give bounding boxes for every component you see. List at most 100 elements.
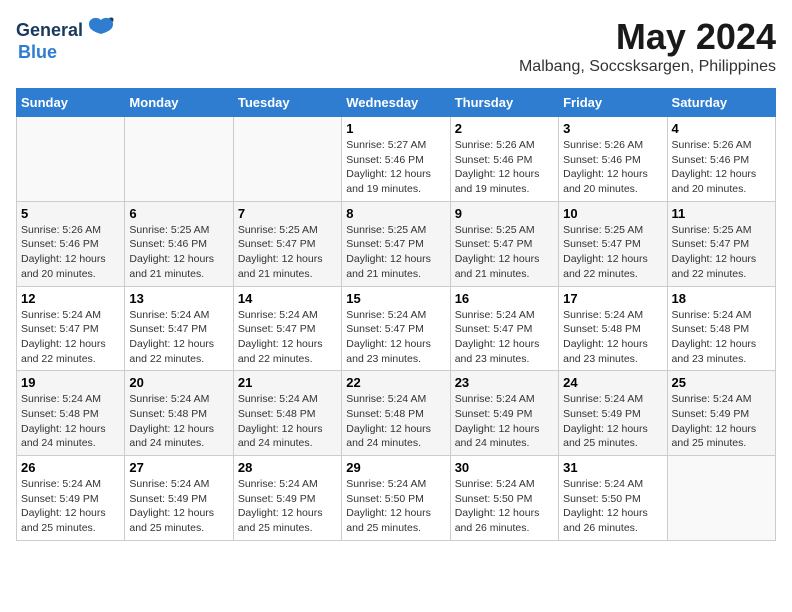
calendar-cell: [233, 117, 341, 202]
day-info: Sunrise: 5:24 AMSunset: 5:47 PMDaylight:…: [238, 308, 337, 367]
day-number: 23: [455, 375, 554, 390]
day-info: Sunrise: 5:26 AMSunset: 5:46 PMDaylight:…: [455, 138, 554, 197]
day-info: Sunrise: 5:26 AMSunset: 5:46 PMDaylight:…: [563, 138, 662, 197]
day-number: 18: [672, 291, 771, 306]
day-number: 16: [455, 291, 554, 306]
day-number: 22: [346, 375, 445, 390]
day-number: 6: [129, 206, 228, 221]
day-number: 7: [238, 206, 337, 221]
calendar-cell: 18 Sunrise: 5:24 AMSunset: 5:48 PMDayligh…: [667, 286, 775, 371]
weekday-header-monday: Monday: [125, 89, 233, 117]
calendar-cell: 26 Sunrise: 5:24 AMSunset: 5:49 PMDayligh…: [17, 456, 125, 541]
day-number: 5: [21, 206, 120, 221]
day-info: Sunrise: 5:24 AMSunset: 5:49 PMDaylight:…: [21, 477, 120, 536]
day-number: 17: [563, 291, 662, 306]
calendar-cell: 25 Sunrise: 5:24 AMSunset: 5:49 PMDayligh…: [667, 371, 775, 456]
day-info: Sunrise: 5:24 AMSunset: 5:48 PMDaylight:…: [129, 392, 228, 451]
weekday-header-wednesday: Wednesday: [342, 89, 450, 117]
calendar-cell: 2 Sunrise: 5:26 AMSunset: 5:46 PMDaylight…: [450, 117, 558, 202]
day-number: 8: [346, 206, 445, 221]
calendar-cell: 20 Sunrise: 5:24 AMSunset: 5:48 PMDayligh…: [125, 371, 233, 456]
weekday-header-friday: Friday: [559, 89, 667, 117]
calendar-cell: 17 Sunrise: 5:24 AMSunset: 5:48 PMDayligh…: [559, 286, 667, 371]
calendar-cell: 15Sunrise: 5:24 AMSunset: 5:47 PMDayligh…: [342, 286, 450, 371]
day-info: Sunrise: 5:24 AMSunset: 5:49 PMDaylight:…: [455, 392, 554, 451]
day-number: 30: [455, 460, 554, 475]
day-info: Sunrise: 5:25 AMSunset: 5:47 PMDaylight:…: [672, 223, 771, 282]
day-number: 26: [21, 460, 120, 475]
calendar-cell: 5 Sunrise: 5:26 AMSunset: 5:46 PMDaylight…: [17, 201, 125, 286]
calendar-cell: 8 Sunrise: 5:25 AMSunset: 5:47 PMDaylight…: [342, 201, 450, 286]
weekday-header-tuesday: Tuesday: [233, 89, 341, 117]
day-info: Sunrise: 5:25 AMSunset: 5:47 PMDaylight:…: [346, 223, 445, 282]
calendar-cell: 11 Sunrise: 5:25 AMSunset: 5:47 PMDayligh…: [667, 201, 775, 286]
day-info: Sunrise: 5:24 AMSunset: 5:47 PMDaylight:…: [129, 308, 228, 367]
day-info: Sunrise: 5:26 AMSunset: 5:46 PMDaylight:…: [21, 223, 120, 282]
day-number: 1: [346, 121, 445, 136]
weekday-header-saturday: Saturday: [667, 89, 775, 117]
day-info: Sunrise: 5:25 AMSunset: 5:47 PMDaylight:…: [455, 223, 554, 282]
day-number: 29: [346, 460, 445, 475]
calendar-cell: [667, 456, 775, 541]
day-number: 27: [129, 460, 228, 475]
day-number: 3: [563, 121, 662, 136]
day-info: Sunrise: 5:24 AMSunset: 5:47 PMDaylight:…: [21, 308, 120, 367]
weekday-header-thursday: Thursday: [450, 89, 558, 117]
day-number: 11: [672, 206, 771, 221]
title-section: May 2024 Malbang, Soccsksargen, Philippi…: [519, 16, 776, 76]
day-info: Sunrise: 5:24 AMSunset: 5:48 PMDaylight:…: [563, 308, 662, 367]
calendar-cell: 23 Sunrise: 5:24 AMSunset: 5:49 PMDayligh…: [450, 371, 558, 456]
day-number: 14: [238, 291, 337, 306]
day-info: Sunrise: 5:24 AMSunset: 5:49 PMDaylight:…: [238, 477, 337, 536]
calendar-cell: 13 Sunrise: 5:24 AMSunset: 5:47 PMDayligh…: [125, 286, 233, 371]
day-info: Sunrise: 5:24 AMSunset: 5:48 PMDaylight:…: [672, 308, 771, 367]
day-info: Sunrise: 5:24 AMSunset: 5:48 PMDaylight:…: [346, 392, 445, 451]
calendar-cell: 24Sunrise: 5:24 AMSunset: 5:49 PMDayligh…: [559, 371, 667, 456]
day-number: 31: [563, 460, 662, 475]
day-info: Sunrise: 5:27 AMSunset: 5:46 PMDaylight:…: [346, 138, 445, 197]
calendar-cell: 31 Sunrise: 5:24 AMSunset: 5:50 PMDayligh…: [559, 456, 667, 541]
day-number: 21: [238, 375, 337, 390]
calendar-cell: [125, 117, 233, 202]
day-number: 19: [21, 375, 120, 390]
day-number: 28: [238, 460, 337, 475]
calendar-cell: 12 Sunrise: 5:24 AMSunset: 5:47 PMDayligh…: [17, 286, 125, 371]
day-number: 20: [129, 375, 228, 390]
calendar-cell: 6Sunrise: 5:25 AMSunset: 5:46 PMDaylight…: [125, 201, 233, 286]
day-info: Sunrise: 5:24 AMSunset: 5:48 PMDaylight:…: [21, 392, 120, 451]
logo-bird-icon: [85, 16, 115, 44]
day-number: 13: [129, 291, 228, 306]
calendar-cell: 7 Sunrise: 5:25 AMSunset: 5:47 PMDaylight…: [233, 201, 341, 286]
day-info: Sunrise: 5:26 AMSunset: 5:46 PMDaylight:…: [672, 138, 771, 197]
weekday-header-sunday: Sunday: [17, 89, 125, 117]
day-number: 4: [672, 121, 771, 136]
calendar-cell: 29Sunrise: 5:24 AMSunset: 5:50 PMDayligh…: [342, 456, 450, 541]
day-info: Sunrise: 5:24 AMSunset: 5:49 PMDaylight:…: [672, 392, 771, 451]
day-number: 9: [455, 206, 554, 221]
day-info: Sunrise: 5:24 AMSunset: 5:49 PMDaylight:…: [129, 477, 228, 536]
month-year-title: May 2024: [519, 16, 776, 58]
day-info: Sunrise: 5:24 AMSunset: 5:47 PMDaylight:…: [346, 308, 445, 367]
day-info: Sunrise: 5:25 AMSunset: 5:47 PMDaylight:…: [563, 223, 662, 282]
day-number: 10: [563, 206, 662, 221]
calendar-cell: 22 Sunrise: 5:24 AMSunset: 5:48 PMDayligh…: [342, 371, 450, 456]
calendar-cell: 14 Sunrise: 5:24 AMSunset: 5:47 PMDayligh…: [233, 286, 341, 371]
day-info: Sunrise: 5:24 AMSunset: 5:48 PMDaylight:…: [238, 392, 337, 451]
logo-general-text: General: [16, 20, 83, 41]
day-info: Sunrise: 5:25 AMSunset: 5:47 PMDaylight:…: [238, 223, 337, 282]
calendar-cell: [17, 117, 125, 202]
day-number: 24: [563, 375, 662, 390]
calendar-cell: 16Sunrise: 5:24 AMSunset: 5:47 PMDayligh…: [450, 286, 558, 371]
day-number: 12: [21, 291, 120, 306]
page-header: General Blue May 2024 Malbang, Soccsksar…: [16, 16, 776, 76]
day-number: 2: [455, 121, 554, 136]
day-info: Sunrise: 5:24 AMSunset: 5:50 PMDaylight:…: [455, 477, 554, 536]
calendar-cell: 30 Sunrise: 5:24 AMSunset: 5:50 PMDayligh…: [450, 456, 558, 541]
calendar-cell: 4 Sunrise: 5:26 AMSunset: 5:46 PMDaylight…: [667, 117, 775, 202]
day-number: 25: [672, 375, 771, 390]
calendar-cell: 28 Sunrise: 5:24 AMSunset: 5:49 PMDayligh…: [233, 456, 341, 541]
logo: General Blue: [16, 16, 115, 63]
calendar-cell: 21 Sunrise: 5:24 AMSunset: 5:48 PMDayligh…: [233, 371, 341, 456]
day-info: Sunrise: 5:24 AMSunset: 5:50 PMDaylight:…: [563, 477, 662, 536]
calendar-cell: 27 Sunrise: 5:24 AMSunset: 5:49 PMDayligh…: [125, 456, 233, 541]
